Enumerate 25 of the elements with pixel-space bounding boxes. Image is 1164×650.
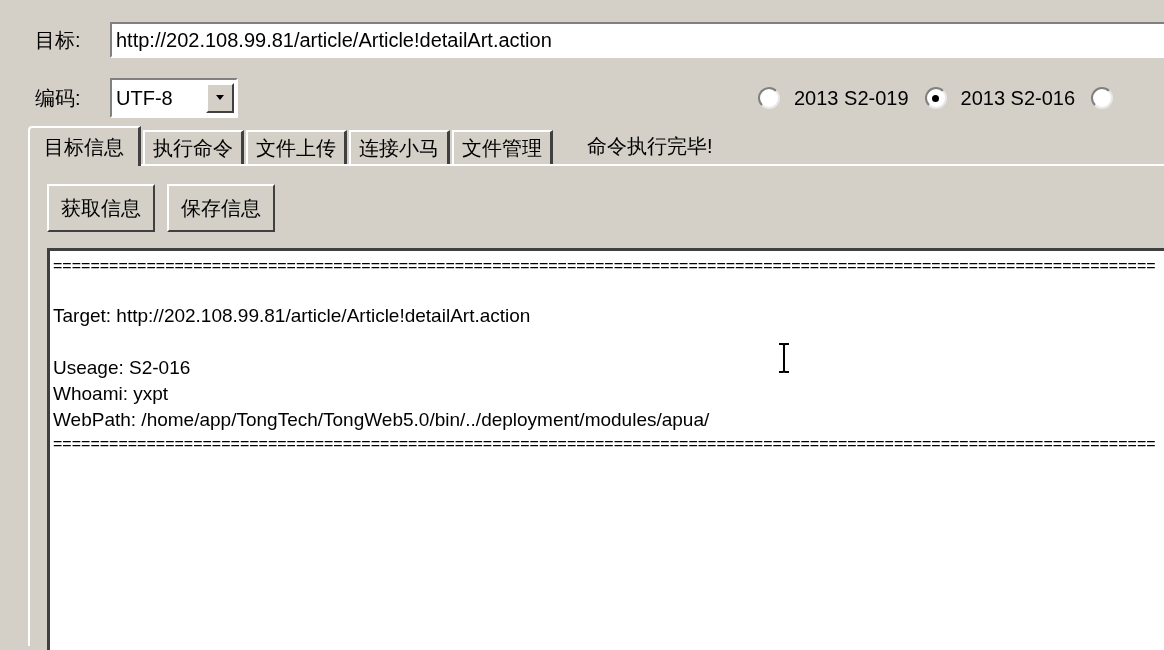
encoding-dropdown[interactable]: UTF-8 (110, 78, 238, 118)
output-line: Whoami: yxpt (53, 382, 169, 406)
radio-button[interactable] (758, 87, 780, 109)
separator-line-text: ====================================================================================================================== (53, 256, 1156, 276)
target-url-field[interactable]: http://202.108.99.81/article/Article!detailArt.action (110, 22, 1164, 58)
action-button[interactable]: 保存信息 (167, 184, 275, 232)
tab[interactable]: 文件管理 (452, 130, 553, 164)
output-text-area[interactable] (47, 248, 1164, 650)
tab[interactable]: 文件上传 (246, 130, 347, 164)
target-label: 目标: (35, 27, 82, 53)
text-cursor-icon (778, 343, 790, 373)
separator-line-text: ====================================================================================================================== (53, 434, 1156, 454)
encoding-label: 编码: (35, 85, 82, 111)
action-button[interactable]: 获取信息 (47, 184, 155, 232)
radio-button[interactable] (1091, 87, 1114, 109)
status-message: 命令执行完毕! (587, 134, 713, 159)
radio-label: 2013 S2-019 (794, 86, 909, 110)
radio-button[interactable] (924, 87, 947, 109)
tab[interactable]: 目标信息 (28, 126, 141, 166)
output-line: Useage: S2-016 (53, 356, 191, 380)
output-line: Target: http://202.108.99.81/article/Article!detailArt.action (53, 304, 531, 328)
tab[interactable]: 连接小马 (349, 130, 450, 164)
output-line: WebPath: /home/app/TongTech/TongWeb5.0/bin/../deployment/modules/apua/ (53, 408, 710, 432)
radio-label: 2013 S2-016 (960, 86, 1076, 110)
tab[interactable]: 执行命令 (143, 130, 244, 164)
